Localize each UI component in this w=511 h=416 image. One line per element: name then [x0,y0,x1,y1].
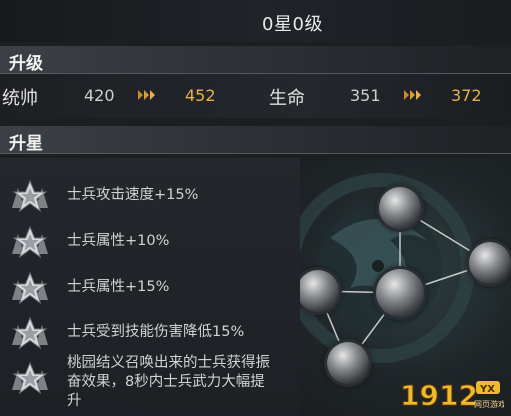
star-badge-icon [12,179,48,213]
star-up-title: 升星 [9,134,43,154]
star-effect-text: 士兵属性+10% [67,233,170,249]
star-effect-text: 士兵属性+15% [67,279,170,295]
star-effects-list: 士兵攻击速度+15% 士兵属性+10% 士兵属性+15% 士兵受到技能伤害降低1… [0,158,300,416]
stat-new-command: 452 [185,86,216,105]
star-badge-icon [12,361,48,395]
site-logo: 1912 YX 网页游戏 [398,378,507,413]
list-item: 桃园结义召唤出来的士兵获得振 奋效果，8秒内士兵武力大幅提 升 [0,354,300,414]
star-badge-icon [12,225,48,259]
svg-text:YX: YX [479,384,495,395]
stat-label-command: 统帅 [2,88,38,109]
star-orb-icon[interactable] [297,270,339,312]
star-badge-icon [12,316,48,350]
list-item: 士兵属性+10% [0,222,300,262]
top-bar: 0星0级 [0,0,511,42]
star-orb-icon[interactable] [376,269,424,317]
svg-text:网页游戏: 网页游戏 [474,399,504,409]
stat-old-life: 351 [350,86,381,105]
star-effect-text-line: 奋效果，8秒内士兵武力大幅提 [67,374,265,390]
arrow-right-icon [138,90,155,100]
brand-logo-graphic: 1912 YX 网页游戏 [400,379,507,413]
star-badge-icon [12,271,48,305]
star-effect-text-line: 桃园结义召唤出来的士兵获得振 [67,355,270,371]
star-effect-text: 士兵受到技能伤害降低15% [67,324,245,340]
star-orb-icon[interactable] [469,242,511,284]
star-level-title: 0星0级 [262,14,323,35]
list-item: 士兵攻击速度+15% [0,176,300,216]
star-orb-icon[interactable] [379,187,421,229]
header-divider [0,153,511,154]
upgrade-stat-row: 统帅 420 452 生命 351 372 [0,74,511,118]
list-item: 士兵属性+15% [0,268,300,308]
star-orb-icon[interactable] [327,342,369,384]
list-item: 士兵受到技能伤害降低15% [0,313,300,353]
arrow-right-icon [404,90,421,100]
stat-label-life: 生命 [269,88,305,109]
star-up-section-header: 升星 [0,126,511,154]
star-effect-text-line: 升 [67,393,82,409]
upgrade-title: 升级 [9,54,43,74]
stat-old-command: 420 [84,86,115,105]
svg-text:1912: 1912 [400,379,478,412]
star-effect-text: 士兵攻击速度+15% [67,187,199,203]
upgrade-section-header: 升级 [0,46,511,74]
stat-new-life: 372 [451,86,482,105]
